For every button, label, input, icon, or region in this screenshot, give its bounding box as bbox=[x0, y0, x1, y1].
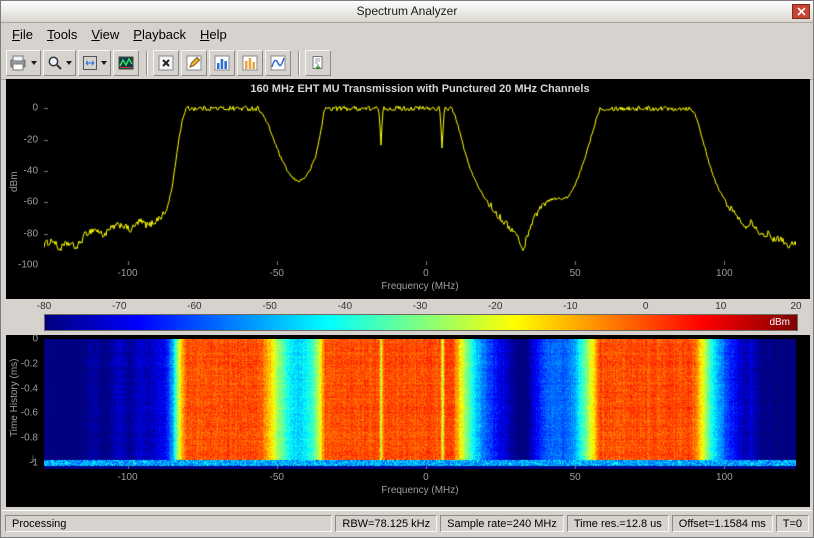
tick-label: 50 bbox=[570, 268, 581, 279]
window-title: Spectrum Analyzer bbox=[1, 4, 813, 18]
channel-measurements-icon bbox=[242, 55, 258, 71]
tick-label: -0.8 bbox=[21, 433, 38, 444]
spectrum-analyzer-window: Spectrum Analyzer File Tools View Playba… bbox=[0, 0, 814, 538]
colorbar-section: -80 -70 -60 -50 -40 -30 -20 -10 0 10 20 dBm bbox=[6, 299, 810, 335]
tick-label: -50 bbox=[262, 301, 276, 312]
spectrum-x-axis: -100 -50 0 50 100 bbox=[44, 267, 796, 279]
spectrogram-plot[interactable] bbox=[44, 339, 796, 469]
status-processing: Processing bbox=[5, 515, 332, 532]
status-rbw: RBW=78.125 kHz bbox=[335, 515, 437, 532]
colorbar-axis: -80-70-60-50-40-30-20-1001020 bbox=[44, 300, 796, 313]
tick-label: -80 bbox=[37, 301, 51, 312]
generate-report-button[interactable] bbox=[305, 50, 331, 76]
tick-label: 50 bbox=[570, 472, 581, 483]
tick-label: -30 bbox=[413, 301, 427, 312]
tick-label: 0 bbox=[643, 301, 649, 312]
tick-label: -40 bbox=[24, 166, 38, 177]
fit-to-view-icon bbox=[82, 55, 98, 71]
dropdown-caret-icon bbox=[66, 61, 72, 65]
generate-report-icon bbox=[310, 55, 326, 71]
colorbar bbox=[44, 314, 798, 331]
tick-label: 100 bbox=[716, 268, 733, 279]
spectrum-title: 160 MHz EHT MU Transmission with Punctur… bbox=[44, 83, 796, 95]
menu-item-file[interactable]: File bbox=[5, 24, 40, 45]
menu-item-help[interactable]: Help bbox=[193, 24, 234, 45]
signal-statistics-icon bbox=[186, 55, 202, 71]
tick-label: 0 bbox=[32, 334, 38, 345]
menu-item-tools[interactable]: Tools bbox=[40, 24, 84, 45]
status-offset: Offset=1.1584 ms bbox=[672, 515, 773, 532]
status-time: T=0 bbox=[776, 515, 809, 532]
tick-label: -50 bbox=[270, 472, 284, 483]
cursor-measurements-icon bbox=[158, 55, 174, 71]
export-button[interactable] bbox=[6, 50, 41, 76]
menu-item-playback[interactable]: Playback bbox=[126, 24, 193, 45]
tick-label: -80 bbox=[24, 228, 38, 239]
export-icon bbox=[10, 55, 28, 71]
status-time-resolution: Time res.=12.8 us bbox=[567, 515, 669, 532]
toolbar-separator bbox=[298, 51, 300, 75]
tick-label: 0 bbox=[423, 472, 429, 483]
close-icon bbox=[797, 7, 806, 16]
tick-label: -40 bbox=[338, 301, 352, 312]
peak-finder-button[interactable] bbox=[209, 50, 235, 76]
tick-label: -20 bbox=[24, 134, 38, 145]
menu-item-view[interactable]: View bbox=[84, 24, 126, 45]
spectrum-panel: 160 MHz EHT MU Transmission with Punctur… bbox=[6, 79, 810, 299]
tick-label: -0.6 bbox=[21, 408, 38, 419]
menu-bar: File Tools View Playback Help bbox=[1, 22, 813, 47]
tick-label: -100 bbox=[118, 268, 138, 279]
spectrogram-panel: Time History (ms) 0-0.2-0.4-0.6-0.8-1 -1… bbox=[6, 335, 810, 507]
tick-label: -0.4 bbox=[21, 383, 38, 394]
peak-finder-icon bbox=[214, 55, 230, 71]
zoom-button[interactable] bbox=[43, 50, 76, 76]
tick-label: -100 bbox=[118, 472, 138, 483]
fit-to-view-button[interactable] bbox=[78, 50, 111, 76]
spectrogram-y-axis: 0-0.2-0.4-0.6-0.8-1 bbox=[6, 339, 41, 469]
tick-label: -1 bbox=[29, 457, 38, 468]
toolbar-separator bbox=[146, 51, 148, 75]
close-button[interactable] bbox=[792, 4, 810, 19]
status-bar: Processing RBW=78.125 kHz Sample rate=24… bbox=[2, 510, 812, 536]
signal-statistics-button[interactable] bbox=[181, 50, 207, 76]
channel-measurements-button[interactable] bbox=[237, 50, 263, 76]
tick-label: -60 bbox=[24, 197, 38, 208]
tick-label: -0.2 bbox=[21, 358, 38, 369]
spectrum-settings-icon bbox=[118, 55, 134, 71]
spectrum-x-axis-label: Frequency (MHz) bbox=[44, 281, 796, 292]
zoom-icon bbox=[47, 55, 63, 71]
tick-label: -70 bbox=[112, 301, 126, 312]
tick-label: -50 bbox=[270, 268, 284, 279]
cursor-measurements-button[interactable] bbox=[153, 50, 179, 76]
tick-label: -10 bbox=[563, 301, 577, 312]
dropdown-caret-icon bbox=[31, 61, 37, 65]
tick-label: 20 bbox=[790, 301, 801, 312]
dropdown-caret-icon bbox=[101, 61, 107, 65]
tick-label: -20 bbox=[488, 301, 502, 312]
status-sample-rate: Sample rate=240 MHz bbox=[440, 515, 564, 532]
distortion-measurements-icon bbox=[270, 55, 286, 71]
spectrum-y-axis: 0-20-40-60-80-100 bbox=[6, 99, 41, 265]
tick-label: -60 bbox=[187, 301, 201, 312]
tick-label: 10 bbox=[715, 301, 726, 312]
tick-label: -100 bbox=[18, 260, 38, 271]
spectrum-plot[interactable] bbox=[44, 99, 796, 265]
title-bar[interactable]: Spectrum Analyzer bbox=[1, 1, 813, 23]
spectrogram-x-axis-label: Frequency (MHz) bbox=[44, 485, 796, 496]
tick-label: 100 bbox=[716, 472, 733, 483]
distortion-measurements-button[interactable] bbox=[265, 50, 291, 76]
tick-label: 0 bbox=[32, 103, 38, 114]
spectrogram-x-axis: -100 -50 0 50 100 bbox=[44, 471, 796, 483]
toolbar bbox=[1, 46, 813, 80]
colorbar-unit-label: dBm bbox=[769, 315, 790, 330]
tick-label: 0 bbox=[423, 268, 429, 279]
spectrum-settings-button[interactable] bbox=[113, 50, 139, 76]
